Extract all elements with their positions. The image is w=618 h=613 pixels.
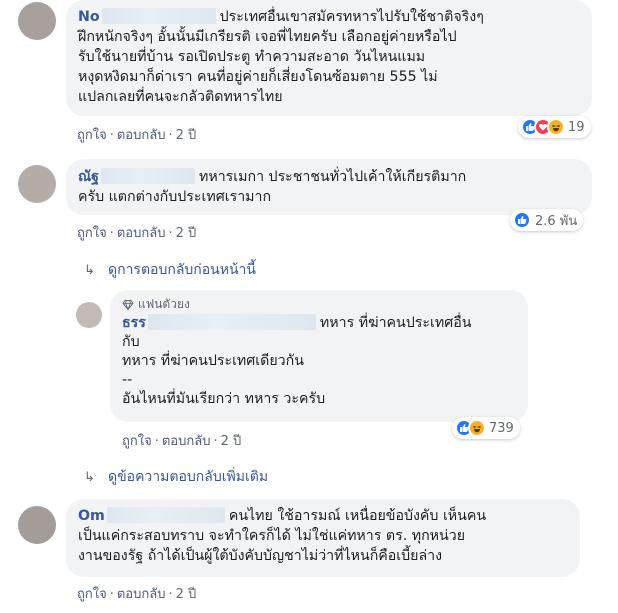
comment-actions: ถูกใจ · ตอบกลับ · 2 ปี [77, 128, 197, 143]
comment-line: ทหารเมกา ประชาชนทั่วไปเค้าให้เกียรติมาก [199, 169, 467, 185]
comment-time[interactable]: 2 ปี [176, 587, 197, 602]
comment-actions: ถูกใจ · ตอบกลับ · 2 ปี [77, 226, 197, 241]
comment-time[interactable]: 2 ปี [176, 226, 197, 241]
like-button[interactable]: ถูกใจ [77, 128, 107, 143]
comment-actions: ถูกใจ · ตอบกลับ · 2 ปี [77, 587, 197, 602]
reaction-count: 2.6 พัน [535, 213, 578, 229]
comment-time[interactable]: 2 ปี [221, 434, 242, 449]
comment-text: No ประเทศอื่นเขาสมัครทหารไปรับใช้ชาติจริง… [78, 7, 580, 27]
top-fan-label: แฟนตัวยง [138, 297, 190, 311]
comment-bubble: แฟนตัวยง ธรร ทหาร ที่ฆ่าคนประเทศอื่น กับ … [110, 290, 528, 422]
view-previous-replies-link[interactable]: ↳ ดูการตอบกลับก่อนหน้านี้ [84, 259, 256, 281]
reply-button[interactable]: ตอบกลับ [117, 587, 166, 602]
avatar[interactable] [18, 506, 56, 544]
diamond-icon [122, 299, 134, 311]
like-button[interactable]: ถูกใจ [122, 434, 152, 449]
comment-line: งานของรัฐ ถ้าได้เป็นผู้ใต้บังคับบัญชาไม่… [78, 548, 443, 564]
reaction-count: 19 [568, 119, 585, 135]
comment-bubble: No ประเทศอื่นเขาสมัครทหารไปรับใช้ชาติจริง… [66, 0, 592, 116]
avatar[interactable] [18, 165, 56, 203]
comment-actions: ถูกใจ · ตอบกลับ · 2 ปี [122, 434, 242, 449]
reaction-summary[interactable]: 19 [518, 116, 591, 138]
reply-arrow-icon: ↳ [84, 470, 95, 485]
commenter-name[interactable]: Om [78, 508, 105, 524]
comment-line: แปลกเลยที่คนจะกลัวติดทหารไทย [78, 89, 283, 105]
comment-text: ธรร ทหาร ที่ฆ่าคนประเทศอื่น [122, 314, 516, 333]
redacted-name-blur [147, 314, 316, 330]
view-previous-replies-label: ดูการตอบกลับก่อนหน้านี้ [108, 262, 256, 278]
comment-line: -- [122, 372, 133, 388]
avatar[interactable] [18, 2, 56, 40]
view-more-replies-link[interactable]: ↳ ดูข้อความตอบกลับเพิ่มเติม [84, 466, 268, 488]
avatar[interactable] [76, 302, 102, 328]
comment-line: รับใช้นายที่บ้าน รอเปิดประตู ทำความสะอาด… [78, 49, 426, 65]
reaction-summary[interactable]: 739 [452, 417, 520, 439]
reaction-summary[interactable]: 2.6 พัน [510, 209, 584, 231]
reaction-count: 739 [489, 420, 514, 436]
comment-line: หงุดหงิดมาก็ด่าเรา คนที่อยู่ค่ายก็เสี่ยง… [78, 69, 438, 85]
like-button[interactable]: ถูกใจ [77, 226, 107, 241]
comment-line: กับ [122, 334, 140, 350]
comment-line: ฝึกหนักจริงๆ อั้นนั้นมีเกรียรติ เจอพี่ไท… [78, 29, 457, 45]
comment-line: ประเทศอื่นเขาสมัครทหารไปรับใช้ชาติจริงๆ [219, 9, 484, 25]
comment-line: ครับ แตกต่างกับประเทศเรามาก [78, 189, 272, 205]
redacted-name-blur [101, 168, 195, 184]
reply-arrow-icon: ↳ [84, 263, 95, 278]
like-button[interactable]: ถูกใจ [77, 587, 107, 602]
comment-line: คนไทย ใช้อารมณ์ เหนื่อยข้อบังคับ เห็นคน [228, 508, 487, 524]
comment-line: อันไหนที่มันเรียกว่า ทหาร วะครับ [122, 391, 326, 407]
comment-line: เป็นแค่กระสอบทราบ จะทำใครก็ได้ ไม่ใช่แค่… [78, 528, 466, 544]
comment-bubble: Om คนไทย ใช้อารมณ์ เหนื่อยข้อบังคับ เห็นค… [66, 499, 580, 577]
comment-text: ณัฐ ทหารเมกา ประชาชนทั่วไปเค้าให้เกียรติม… [78, 167, 580, 187]
comment-line: ทหาร ที่ฆ่าคนประเทศอื่น [319, 315, 472, 331]
top-fan-badge: แฟนตัวยง [122, 295, 516, 314]
redacted-name-blur [106, 507, 225, 523]
comment-line: ทหาร ที่ฆ่าคนประเทศเดียวกัน [122, 353, 304, 369]
commenter-name[interactable]: No [78, 9, 100, 25]
reply-button[interactable]: ตอบกลับ [117, 226, 166, 241]
view-more-replies-label: ดูข้อความตอบกลับเพิ่มเติม [108, 469, 269, 485]
comment-time[interactable]: 2 ปี [176, 128, 197, 143]
comment-text: Om คนไทย ใช้อารมณ์ เหนื่อยข้อบังคับ เห็นค… [78, 506, 568, 526]
reply-button[interactable]: ตอบกลับ [117, 128, 166, 143]
reply-button[interactable]: ตอบกลับ [162, 434, 211, 449]
like-icon [513, 211, 531, 229]
commenter-name[interactable]: ธรร [122, 315, 146, 331]
commenter-name[interactable]: ณัฐ [78, 169, 99, 185]
haha-icon [468, 419, 486, 437]
haha-icon [547, 118, 565, 136]
redacted-name-blur [101, 8, 216, 24]
comment-bubble: ณัฐ ทหารเมกา ประชาชนทั่วไปเค้าให้เกียรติม… [66, 159, 592, 215]
